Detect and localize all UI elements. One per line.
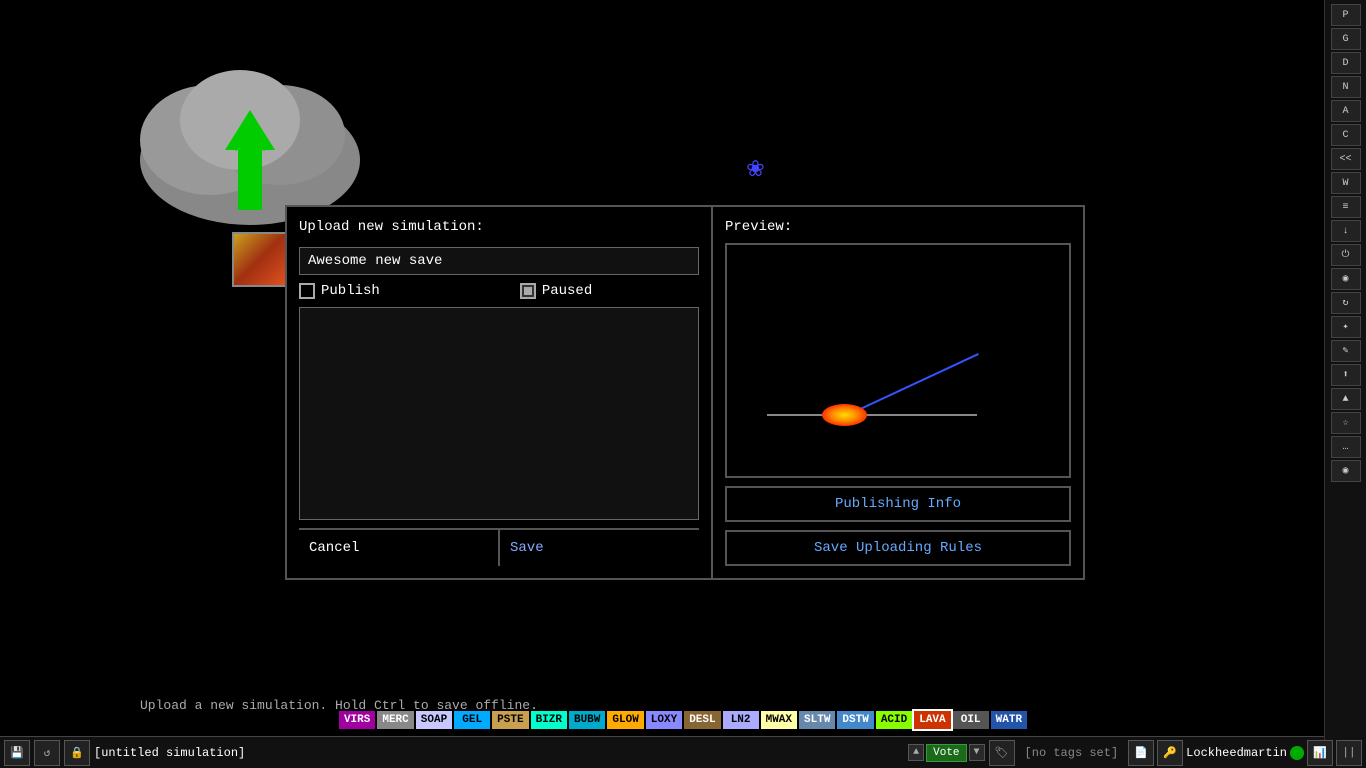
sidebar-btn-19[interactable]: ◉: [1331, 460, 1361, 482]
element-mwax[interactable]: MWAX: [761, 711, 797, 729]
status-right: 📄 🔑 Lockheedmartin 📊 ||: [1128, 740, 1362, 766]
element-bubw[interactable]: BUBW: [569, 711, 605, 729]
sidebar-btn-14[interactable]: ✎: [1331, 340, 1361, 362]
stats-icon[interactable]: 📊: [1307, 740, 1333, 766]
element-lava[interactable]: LAVA: [914, 711, 950, 729]
dialog-title: Upload new simulation:: [299, 219, 699, 235]
element-gel[interactable]: GEL: [454, 711, 490, 729]
lock-icon[interactable]: 🔒: [64, 740, 90, 766]
vote-down-arrow[interactable]: ▼: [969, 744, 985, 761]
preview-canvas: [727, 245, 1069, 476]
simulation-title: [untitled simulation]: [94, 746, 904, 760]
reload-icon[interactable]: ↺: [34, 740, 60, 766]
dialog-right-panel: Preview: Publishing Info Save Uploading …: [713, 207, 1083, 578]
sidebar-btn-7[interactable]: W: [1331, 172, 1361, 194]
element-oil[interactable]: OIL: [953, 711, 989, 729]
sidebar-btn-11[interactable]: ◉: [1331, 268, 1361, 290]
save-uploading-rules-button[interactable]: Save Uploading Rules: [725, 530, 1071, 566]
element-merc[interactable]: MERC: [377, 711, 413, 729]
preview-box: [725, 243, 1071, 478]
sidebar-btn-16[interactable]: ▲: [1331, 388, 1361, 410]
element-soap[interactable]: SOAP: [416, 711, 452, 729]
save-file-icon[interactable]: 📄: [1128, 740, 1154, 766]
cancel-button[interactable]: Cancel: [299, 530, 498, 566]
sidebar-btn-3[interactable]: N: [1331, 76, 1361, 98]
tag-edit-icon[interactable]: 🏷: [989, 740, 1015, 766]
sidebar-btn-15[interactable]: ⬆: [1331, 364, 1361, 386]
pause-button[interactable]: ||: [1336, 740, 1362, 766]
element-sltw[interactable]: SLTW: [799, 711, 835, 729]
simulation-name-input[interactable]: [299, 247, 699, 275]
upload-dialog: Upload new simulation: Publish Paused Ca…: [285, 205, 1085, 580]
publish-option[interactable]: Publish: [299, 283, 380, 299]
sidebar-btn-2[interactable]: D: [1331, 52, 1361, 74]
sidebar-btn-10[interactable]: ⏻: [1331, 244, 1361, 266]
sidebar-btn-9[interactable]: ↓: [1331, 220, 1361, 242]
save-thumbnail: [232, 232, 287, 287]
sidebar-btn-17[interactable]: ☆: [1331, 412, 1361, 434]
tags-label: [no tags set]: [1019, 746, 1125, 760]
element-desl[interactable]: DESL: [684, 711, 720, 729]
publish-checkbox[interactable]: [299, 283, 315, 299]
dialog-footer: Cancel Save: [299, 528, 699, 566]
sim-glow: [822, 404, 867, 426]
element-loxy[interactable]: LOXY: [646, 711, 682, 729]
element-bizr[interactable]: BIZR: [531, 711, 567, 729]
save-button[interactable]: Save: [498, 530, 699, 566]
element-acid[interactable]: ACID: [876, 711, 912, 729]
sidebar-btn-0[interactable]: P: [1331, 4, 1361, 26]
username-label: Lockheedmartin: [1186, 746, 1287, 760]
preview-label: Preview:: [725, 219, 1071, 235]
sim-line: [767, 414, 977, 416]
element-glow[interactable]: GLOW: [607, 711, 643, 729]
dialog-left-panel: Upload new simulation: Publish Paused Ca…: [287, 207, 713, 578]
right-sidebar: PGDNAC<<W≡↓⏻◉↻✦✎⬆▲☆…◉: [1324, 0, 1366, 740]
sidebar-btn-18[interactable]: …: [1331, 436, 1361, 458]
element-pste[interactable]: PSTE: [492, 711, 528, 729]
blue-particle: ❀: [747, 150, 764, 185]
options-row: Publish Paused: [299, 283, 699, 299]
sidebar-btn-13[interactable]: ✦: [1331, 316, 1361, 338]
key-icon[interactable]: 🔑: [1157, 740, 1183, 766]
element-watr[interactable]: WATR: [991, 711, 1027, 729]
paused-checkbox[interactable]: [520, 283, 536, 299]
description-textarea[interactable]: [299, 307, 699, 520]
sidebar-btn-4[interactable]: A: [1331, 100, 1361, 122]
element-ln2[interactable]: LN2: [723, 711, 759, 729]
online-indicator: [1290, 746, 1304, 760]
sidebar-btn-6[interactable]: <<: [1331, 148, 1361, 170]
sidebar-btn-8[interactable]: ≡: [1331, 196, 1361, 218]
sidebar-btn-1[interactable]: G: [1331, 28, 1361, 50]
element-bar: VIRSMERCSOAPGELPSTEBIZRBUBWGLOWLOXYDESLL…: [0, 707, 1366, 733]
element-dstw[interactable]: DSTW: [837, 711, 873, 729]
element-virs[interactable]: VIRS: [339, 711, 375, 729]
vote-up-arrow[interactable]: ▲: [908, 744, 924, 761]
publish-label: Publish: [321, 283, 380, 299]
vote-area: ▲ Vote ▼: [908, 744, 984, 762]
paused-option[interactable]: Paused: [520, 283, 592, 299]
sidebar-btn-12[interactable]: ↻: [1331, 292, 1361, 314]
sidebar-btn-5[interactable]: C: [1331, 124, 1361, 146]
paused-label: Paused: [542, 283, 592, 299]
publishing-info-button[interactable]: Publishing Info: [725, 486, 1071, 522]
vote-button[interactable]: Vote: [926, 744, 966, 762]
save-icon[interactable]: 💾: [4, 740, 30, 766]
sim-beam: [851, 353, 979, 414]
status-bar: 💾 ↺ 🔒 [untitled simulation] ▲ Vote ▼ 🏷 […: [0, 736, 1366, 768]
